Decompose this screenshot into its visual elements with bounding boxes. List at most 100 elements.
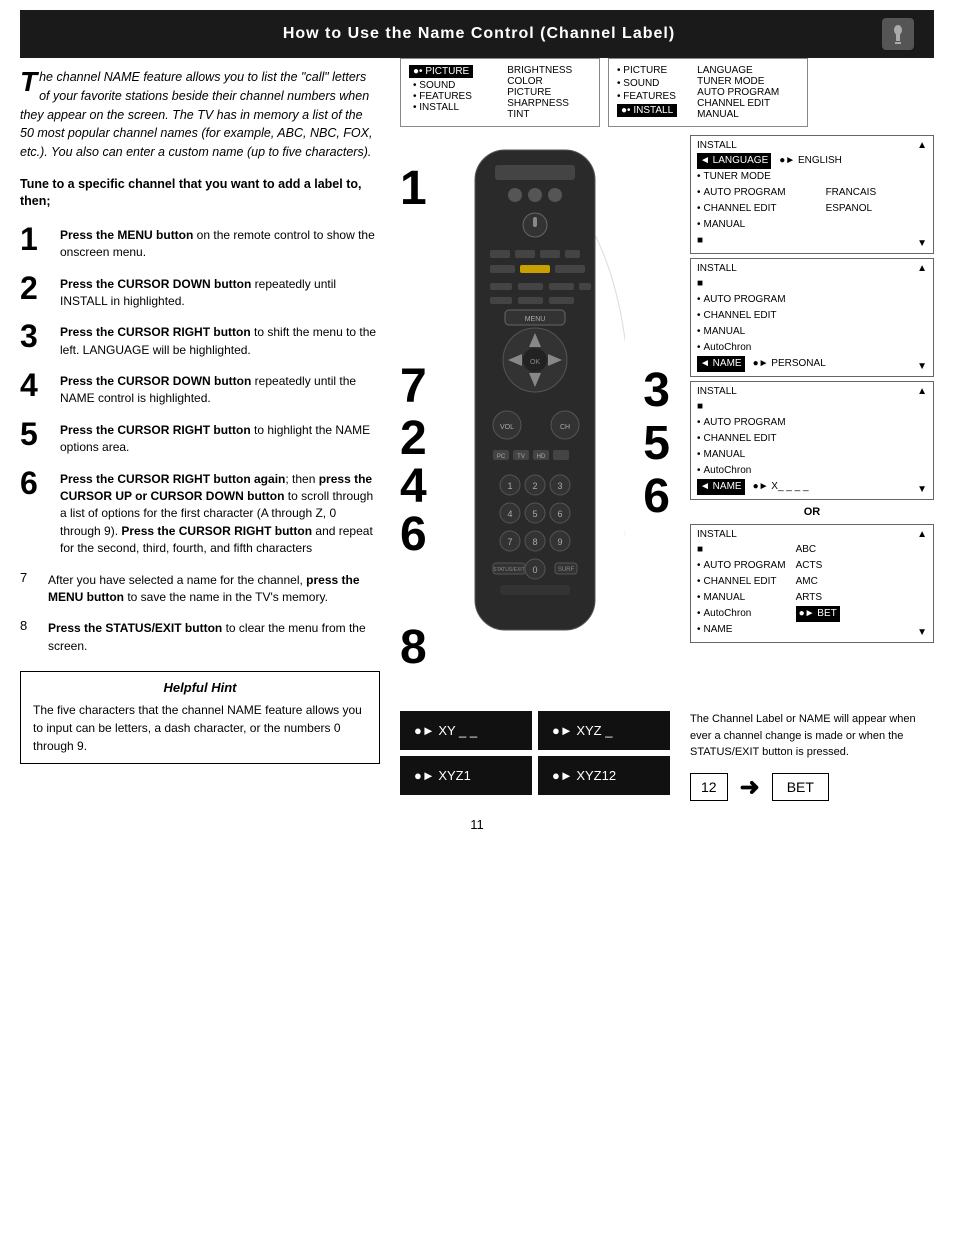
step-6: 6 Press the CURSOR RIGHT button again; t… [20,467,380,558]
screen-xyz: ●► XYZ _ [538,711,670,750]
remote-svg: MENU OK VOL CH [445,135,625,655]
step-overlay-17: 1 7 [400,165,427,411]
hint-title: Helpful Hint [33,680,367,695]
step-overlay-246: 2 4 6 [400,415,427,559]
menu2-language: LANGUAGE [697,65,779,76]
svg-text:2: 2 [532,481,537,491]
svg-text:5: 5 [532,509,537,519]
step-8-text: Press the STATUS/EXIT button to clear th… [48,616,380,655]
right-panels: ▲ INSTALL ◄ LANGUAGE ●► ENGLISH • TUNER … [680,135,934,695]
bet-highlight: ●► BET [796,606,840,622]
step-overlay-356: 3 5 6 [643,365,670,523]
menu1-picture-highlight: ●• PICTURE [409,65,473,78]
name-highlight-2: ◄ NAME [697,479,745,495]
install-title-1: INSTALL [697,140,927,151]
main-content: The channel NAME feature allows you to l… [20,58,934,802]
channel-edit-row: • CHANNEL EDIT [697,201,786,217]
svg-text:TV: TV [517,454,525,460]
svg-text:1: 1 [507,481,512,491]
english-value: ●► ENGLISH [779,153,842,169]
intro-paragraph: The channel NAME feature allows you to l… [20,68,380,162]
p3-bullet: ■ [697,399,927,415]
menu2-channel-edit: CHANNEL EDIT [697,98,779,109]
install-panel-name-x: ▲ INSTALL ■ • AUTO PROGRAM • CHANNEL EDI… [690,381,934,500]
p4-name: • NAME [697,622,786,638]
bottom-section: ●► XY _ _ ●► XYZ _ ●► XYZ1 ●► XYZ12 The … [400,711,934,802]
svg-text:OK: OK [530,359,540,366]
left-column: The channel NAME feature allows you to l… [20,58,390,802]
menu1-sharpness: SHARPNESS [507,98,572,109]
channel-label-display: 12 ➜ BET [690,773,934,802]
p3-name: ◄ NAME ●► X_ _ _ _ [697,479,927,495]
p2-manual: • MANUAL [697,324,927,340]
p4-bullet: ■ [697,542,786,558]
down-arrow-1: ▼ [917,238,927,249]
svg-text:VOL: VOL [500,424,514,431]
p3-autoChron: • AutoChron [697,463,927,479]
tv-menu-2: • PICTURE • SOUND • FEATURES ●• INSTALL … [608,58,808,127]
remote-illustration: 1 7 2 4 6 3 5 6 8 [400,135,680,695]
francais-row: FRANCAIS [826,185,877,201]
language-row: ◄ LANGUAGE ●► ENGLISH [697,153,927,169]
acts-option: ACTS [796,558,840,574]
step-7-number: 7 [20,568,40,585]
screen-xyz12: ●► XYZ12 [538,756,670,795]
espanol-row: ESPANOL [826,201,877,217]
language-highlight: ◄ LANGUAGE [697,153,771,169]
install-panel-name-personal: ▲ INSTALL ■ • AUTO PROGRAM • CHANNEL EDI… [690,258,934,377]
step-3: 3 Press the CURSOR RIGHT button to shift… [20,320,380,359]
screen-xy: ●► XY _ _ [400,711,532,750]
step-5-text: Press the CURSOR RIGHT button to highlig… [60,418,380,457]
svg-text:CH: CH [560,424,570,431]
up-arrow-4: ▲ [917,529,927,540]
step-5-number: 5 [20,418,52,450]
page-number: 11 [0,802,954,847]
menu2-install-highlight: ●• INSTALL [617,104,677,117]
svg-text:SURF: SURF [558,567,575,573]
p2-channel-edit: • CHANNEL EDIT [697,308,927,324]
hint-box: Helpful Hint The five characters that th… [20,671,380,764]
arts-option: ARTS [796,590,840,606]
step-1-number: 1 [20,223,52,255]
p4-auto-program: • AUTO PROGRAM [697,558,786,574]
step-8: 8 Press the STATUS/EXIT button to clear … [20,616,380,655]
install-title-4: INSTALL [697,529,927,540]
step-3-text: Press the CURSOR RIGHT button to shift t… [60,320,380,359]
svg-text:PC: PC [497,454,506,460]
name-highlight: ◄ NAME [697,356,745,372]
eight-row: ■ [697,233,786,249]
bottom-caption: The Channel Label or NAME will appear wh… [690,711,934,761]
menu2-picture: • PICTURE [617,65,677,76]
or-label: OR [690,506,934,518]
step-3-number: 3 [20,320,52,352]
install-title-3: INSTALL [697,386,927,397]
p2-name: ◄ NAME ●► PERSONAL [697,356,927,372]
p2-autoChron: • AutoChron [697,340,927,356]
right-column: ●• PICTURE • SOUND • FEATURES • INSTALL … [390,58,934,802]
step-1: 1 Press the MENU button on the remote co… [20,223,380,262]
screen-xyz1: ●► XYZ1 [400,756,532,795]
menu1-install: • INSTALL [413,102,477,113]
down-arrow-2: ▼ [917,361,927,372]
p4-channel-edit: • CHANNEL EDIT [697,574,786,590]
x-value: ●► X_ _ _ _ [753,479,809,495]
p4-manual: • MANUAL [697,590,786,606]
amc-option: AMC [796,574,840,590]
menu2-manual: MANUAL [697,109,779,120]
menu1-tint: TINT [507,109,572,120]
auto-program-row: • AUTO PROGRAM [697,185,786,201]
caption-area: The Channel Label or NAME will appear wh… [690,711,934,802]
step-4-number: 4 [20,369,52,401]
channel-arrow: ➜ [740,773,760,802]
menu2-tuner-mode: TUNER MODE [697,76,779,87]
menu2-auto-program: AUTO PROGRAM [697,87,779,98]
p3-manual: • MANUAL [697,447,927,463]
step-6-number: 6 [20,467,52,499]
menu1-brightness: BRIGHTNESS [507,65,572,76]
svg-text:3: 3 [557,481,562,491]
manual-row: • MANUAL [697,217,786,233]
menu1-features: • FEATURES [413,91,477,102]
svg-text:0: 0 [532,565,537,575]
menu2-sound: • SOUND [617,78,677,89]
step-overlay-8: 8 [400,620,427,675]
